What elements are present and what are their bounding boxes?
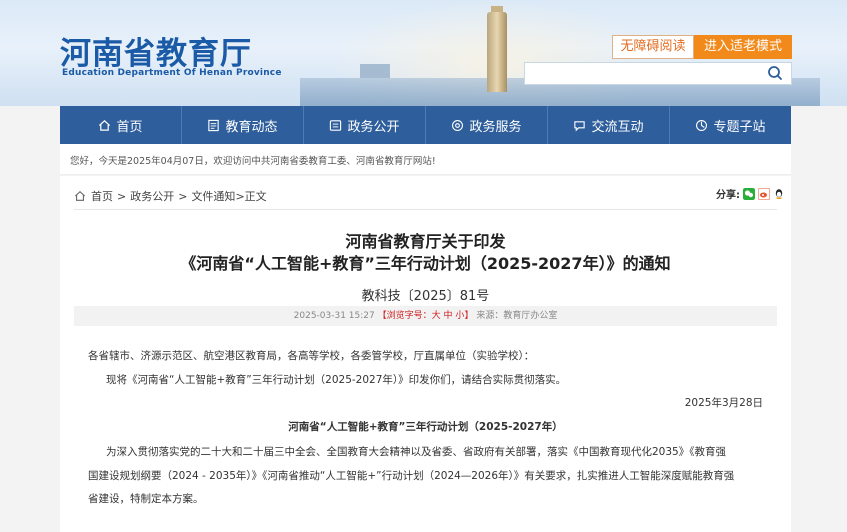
article-title-line2: 《河南省“人工智能+教育”三年行动计划（2025-2027年）》的通知 — [180, 254, 671, 273]
nav-item-label: 政务公开 — [347, 119, 400, 135]
notice-text: 现将《河南省“人工智能+教育”三年行动计划（2025-2027年）》印发你们，请… — [106, 374, 567, 386]
breadcrumb-public-affairs[interactable]: 政务公开 — [130, 188, 174, 204]
nav-item-label: 教育动态 — [225, 119, 278, 135]
article-panel: 首页 > 政务公开 > 文件通知 > 正文 分享: 河南省教育厅关于印发 《河南… — [60, 176, 791, 532]
main-nav: 首页 教育动态 政务公开 政务服务 交流互动 专题子站 — [60, 106, 791, 144]
site-title[interactable]: 河南省教育厅 — [60, 28, 252, 73]
news-icon — [208, 119, 220, 131]
article-source: 来源：教育厅办公室 — [476, 311, 558, 321]
search-box — [524, 62, 792, 85]
paragraph-line: 省建设，特制定本方案。 — [88, 493, 204, 505]
nav-item-label: 政务服务 — [469, 119, 522, 135]
service-icon — [452, 119, 464, 131]
font-size-large[interactable]: 大 — [432, 311, 441, 321]
site-subtitle: Education Department Of Henan Province — [62, 68, 282, 78]
chat-icon — [574, 120, 586, 131]
breadcrumb-current: 正文 — [244, 190, 267, 203]
elder-mode-button[interactable]: 进入适老模式 — [694, 35, 792, 59]
divider — [74, 209, 777, 210]
search-icon[interactable] — [767, 65, 783, 81]
font-size-selector: 【浏览字号：大 中 小】 — [378, 311, 474, 321]
share-bar: 分享: — [716, 186, 785, 201]
document-icon — [330, 119, 342, 131]
breadcrumb-separator: > — [235, 189, 245, 203]
paragraph-line: 为深入贯彻落实党的二十大和二十届三中全会、全国教育大会精神以及省委、省政府有关部… — [106, 446, 726, 458]
breadcrumb: 首页 > 政务公开 > 文件通知 > 正文 — [74, 188, 267, 204]
breadcrumb-separator: > — [178, 189, 188, 203]
nav-item-services[interactable]: 政务服务 — [426, 106, 548, 144]
nav-item-label: 首页 — [116, 119, 143, 135]
wechat-icon[interactable] — [743, 187, 755, 200]
plan-title: 河南省“人工智能+教育”三年行动计划（2025-2027年） — [288, 421, 563, 433]
share-label: 分享: — [716, 190, 740, 201]
home-icon — [99, 119, 111, 131]
accessibility-button[interactable]: 无障碍阅读 — [612, 35, 694, 59]
welcome-bar: 您好，今天是2025年04月07日，欢迎访问中共河南省委教育工委、河南省教育厅网… — [60, 144, 791, 175]
article-meta: 2025-03-31 15:27 【浏览字号：大 中 小】 来源：教育厅办公室 — [74, 306, 777, 326]
landmark-tower-image — [487, 12, 507, 92]
nav-item-label: 专题子站 — [713, 119, 766, 135]
nav-item-news[interactable]: 教育动态 — [182, 106, 304, 144]
sign-date: 2025年3月28日 — [684, 397, 763, 409]
nav-item-subsites[interactable]: 专题子站 — [670, 106, 791, 144]
nav-item-home[interactable]: 首页 — [60, 106, 182, 144]
welcome-text: 您好，今天是2025年04月07日，欢迎访问中共河南省委教育工委、河南省教育厅网… — [70, 156, 436, 167]
article-title-line1: 河南省教育厅关于印发 — [345, 232, 506, 251]
font-size-suffix: 】 — [464, 311, 474, 321]
publish-date: 2025-03-31 15:27 — [293, 311, 375, 321]
document-number: 教科技〔2025〕81号 — [361, 289, 490, 304]
font-size-medium[interactable]: 中 — [444, 311, 453, 321]
breadcrumb-home[interactable]: 首页 — [91, 188, 113, 204]
nav-item-interaction[interactable]: 交流互动 — [548, 106, 670, 144]
header-banner: 河南省教育厅 Education Department Of Henan Pro… — [0, 0, 847, 106]
breadcrumb-file-notices[interactable]: 文件通知 — [191, 188, 235, 204]
weibo-icon[interactable] — [758, 187, 770, 200]
font-size-prefix: 【浏览字号： — [377, 311, 432, 321]
paragraph-line: 国建设规划纲要（2024 - 2035年）》《河南省推动“人工智能+”行动计划（… — [88, 470, 735, 482]
home-icon — [74, 190, 86, 201]
breadcrumb-separator: > — [117, 189, 127, 203]
addressees: 各省辖市、济源示范区、航空港区教育局，各高等学校，各委管学校，厅直属单位（实验学… — [88, 350, 535, 362]
nav-item-label: 交流互动 — [591, 119, 644, 135]
nav-item-public-affairs[interactable]: 政务公开 — [304, 106, 426, 144]
grid-icon — [696, 119, 708, 131]
qq-icon[interactable] — [773, 188, 785, 200]
search-input[interactable] — [531, 63, 765, 85]
